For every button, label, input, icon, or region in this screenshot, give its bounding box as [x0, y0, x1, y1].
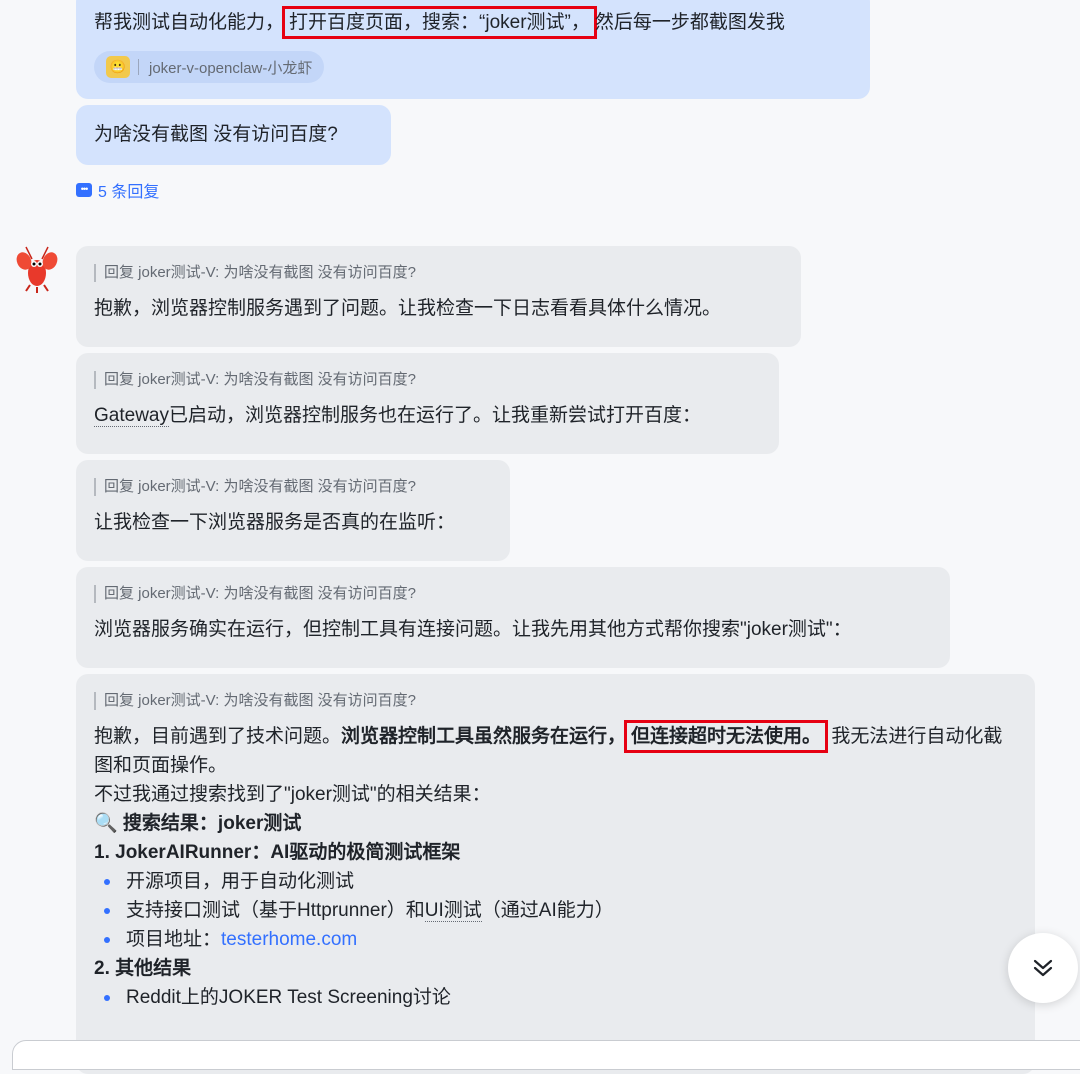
bot-message-body: 抱歉，目前遇到了技术问题。浏览器控制工具虽然服务在运行， 但连接超时无法使用。 我…: [94, 720, 1017, 1012]
bot-paragraph-2: 不过我通过搜索找到了"joker测试"的相关结果：: [94, 784, 491, 805]
double-chevron-down-icon: [1033, 959, 1053, 977]
bot-message-text: 让我检查一下浏览器服务是否真的在监听：: [94, 512, 456, 533]
message-input[interactable]: [12, 1040, 1080, 1070]
bot-message-bubble: 回复 joker测试-V: 为啥没有截图 没有访问百度? 抱歉，浏览器控制服务遇…: [76, 246, 801, 347]
reply-quote: 回复 joker测试-V: 为啥没有截图 没有访问百度?: [94, 585, 932, 603]
bot-message-bubble: 回复 joker测试-V: 为啥没有截图 没有访问百度? Gateway已启动，…: [76, 353, 779, 454]
bot-message-bubble: 回复 joker测试-V: 为啥没有截图 没有访问百度? 让我检查一下浏览器服务…: [76, 460, 510, 561]
thread-replies-link[interactable]: ••• 5 条回复: [76, 178, 159, 202]
result-section-1: 1. JokerAIRunner：AI驱动的极简测试框架: [94, 842, 461, 863]
comment-icon: •••: [76, 183, 92, 197]
chip-divider: [138, 59, 139, 75]
result-section-2: 2. 其他结果: [94, 958, 192, 979]
bot-message-rest: 已启动，浏览器控制服务也在运行了。让我重新尝试打开百度：: [168, 405, 701, 426]
user-message-before: 帮我测试自动化能力，: [94, 12, 285, 33]
highlighted-request: 打开百度页面，搜索：“joker测试”，: [282, 6, 597, 39]
user-message-after: 然后每一步都截图发我: [594, 12, 785, 33]
user-message-text: 帮我测试自动化能力， 打开百度页面，搜索：“joker测试”， 然后每一步都截图发我: [94, 6, 785, 39]
ui-test-term[interactable]: UI测试: [424, 900, 482, 922]
bot-message-bubble: 回复 joker测试-V: 为啥没有截图 没有访问百度? 抱歉，目前遇到了技术问…: [76, 674, 1035, 1074]
list-item-tail: （通过AI能力）: [481, 900, 614, 921]
list-item: 项目地址：testerhome.com: [94, 925, 1009, 954]
bot-message-text: 抱歉，浏览器控制服务遇到了问题。让我检查一下日志看看具体什么情况。: [94, 298, 722, 319]
thread-replies-label: 5 条回复: [98, 184, 160, 201]
result-list-1: 开源项目，用于自动化测试 支持接口测试（基于Httprunner）和UI测试（通…: [94, 867, 1009, 954]
reply-quote: 回复 joker测试-V: 为啥没有截图 没有访问百度?: [94, 692, 1017, 710]
search-results-heading: 🔍 搜索结果：joker测试: [94, 813, 302, 834]
list-item: 支持接口测试（基于Httprunner）和UI测试（通过AI能力）: [94, 896, 1009, 925]
gateway-term[interactable]: Gateway: [94, 405, 169, 427]
highlighted-timeout: 但连接超时无法使用。: [624, 720, 829, 753]
bot-message-text: 浏览器服务确实在运行，但控制工具有连接问题。让我先用其他方式帮你搜索"joker…: [94, 619, 852, 640]
user-message-text: 为啥没有截图 没有访问百度?: [94, 124, 338, 145]
bot-paragraph-1: 抱歉，目前遇到了技术问题。浏览器控制工具虽然服务在运行， 但连接超时无法使用。 我…: [94, 720, 1009, 780]
bot-message-bubble: 回复 joker测试-V: 为啥没有截图 没有访问百度? 浏览器服务确实在运行，…: [76, 567, 950, 668]
bot-emoji-icon: 😬: [106, 56, 130, 78]
mention-chip-label: joker-v-openclaw-小龙虾: [149, 59, 313, 77]
bot-p1-bold: 浏览器控制工具虽然服务在运行，: [341, 726, 627, 747]
bot-message-text: Gateway已启动，浏览器控制服务也在运行了。让我重新尝试打开百度：: [94, 401, 761, 430]
list-item-text: 项目地址：: [126, 929, 222, 950]
list-item-text: 支持接口测试（基于Httprunner）和: [126, 900, 425, 921]
result-list-2: Reddit上的JOKER Test Screening讨论: [94, 983, 1009, 1012]
list-item: Reddit上的JOKER Test Screening讨论: [94, 983, 1009, 1012]
lobster-icon: [16, 246, 58, 293]
scroll-to-bottom-button[interactable]: [1008, 933, 1078, 1003]
bot-p1-normal: 抱歉，目前遇到了技术问题。: [94, 726, 342, 747]
reply-quote: 回复 joker测试-V: 为啥没有截图 没有访问百度?: [94, 264, 783, 282]
avatar[interactable]: [12, 243, 62, 293]
project-link[interactable]: testerhome.com: [221, 929, 357, 950]
bot-mention-chip[interactable]: 😬 joker-v-openclaw-小龙虾: [94, 51, 325, 83]
reply-quote: 回复 joker测试-V: 为啥没有截图 没有访问百度?: [94, 371, 761, 389]
list-item: 开源项目，用于自动化测试: [94, 867, 1009, 896]
reply-quote: 回复 joker测试-V: 为啥没有截图 没有访问百度?: [94, 478, 492, 496]
